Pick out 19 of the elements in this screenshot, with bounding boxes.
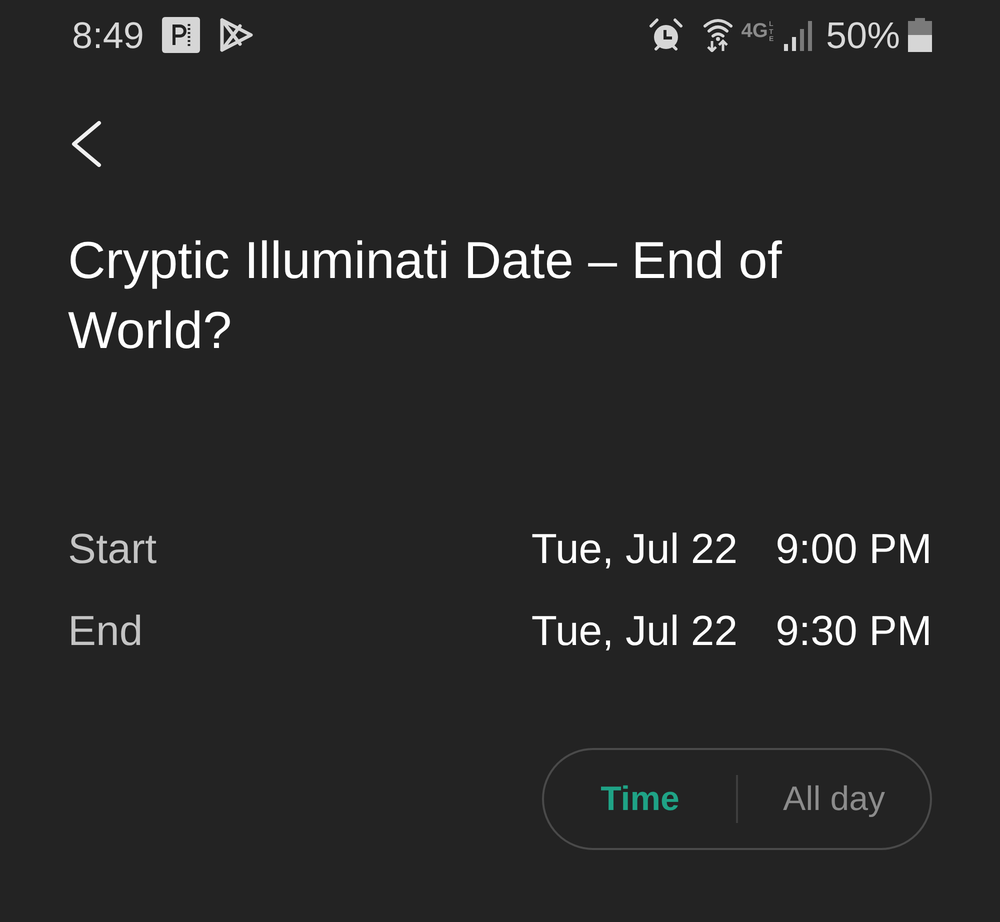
alarm-icon [649,18,684,52]
battery-icon [908,18,932,52]
wifi-data-icon [703,18,734,52]
date-value[interactable]: Tue, Jul 22 [531,610,738,652]
event-title: Cryptic Illuminati Date – End of World? [68,231,783,362]
row-label: End [68,610,143,652]
time-value[interactable]: 9:00 PM [776,528,932,570]
signal-icon [784,19,812,51]
battery-percentage: 50% [826,16,900,54]
play-store-icon [218,16,254,54]
time-value[interactable]: 9:30 PM [776,610,932,652]
row-label: Start [68,528,157,570]
back-icon [70,121,102,167]
mode-option[interactable]: Time [544,750,736,848]
notification-app-icon [162,17,200,53]
mode-option[interactable]: All day [738,750,930,848]
date-value[interactable]: Tue, Jul 22 [531,528,738,570]
status-time: 8:49 [72,16,144,54]
network-type-label: 4G [741,21,768,41]
